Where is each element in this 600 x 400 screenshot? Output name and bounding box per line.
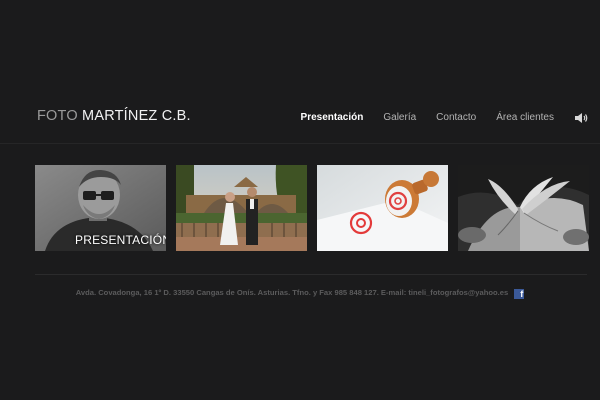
nav-item-galeria[interactable]: Galería (383, 112, 416, 123)
book-photo (458, 165, 589, 251)
header-divider (0, 143, 600, 144)
header: FOTO MARTÍNEZ C.B. Presentación Galería … (0, 96, 600, 140)
nav-item-presentacion[interactable]: Presentación (301, 112, 364, 123)
facebook-icon[interactable]: f (514, 289, 525, 299)
nav-item-contacto[interactable]: Contacto (436, 112, 476, 123)
thumbnail-contacto[interactable] (317, 165, 448, 251)
nav-item-area-clientes[interactable]: Área clientes (496, 112, 554, 123)
logo-part-name: MARTÍNEZ C.B. (82, 108, 191, 124)
thumbnail-area-clientes[interactable] (458, 165, 589, 251)
footer-divider (35, 274, 587, 275)
thumbnail-presentacion[interactable]: PRESENTACIÓN (35, 165, 166, 251)
main-nav: Presentación Galería Contacto Área clien… (301, 111, 588, 123)
logo-part-foto: FOTO (37, 108, 78, 124)
wedding-photo (176, 165, 307, 251)
site-logo[interactable]: FOTO MARTÍNEZ C.B. (37, 108, 191, 124)
thumbnail-strip: PRESENTACIÓN (35, 165, 595, 251)
page: FOTO MARTÍNEZ C.B. Presentación Galería … (0, 0, 600, 400)
email-stamp-photo (317, 165, 448, 251)
sound-toggle-icon[interactable] (574, 112, 588, 124)
footer-address: Avda. Covadonga, 16 1º D. 33550 Cangas d… (75, 288, 509, 297)
footer: Avda. Covadonga, 16 1º D. 33550 Cangas d… (0, 288, 600, 299)
thumbnail-galeria[interactable] (176, 165, 307, 251)
thumbnail-label: PRESENTACIÓN (75, 233, 166, 247)
